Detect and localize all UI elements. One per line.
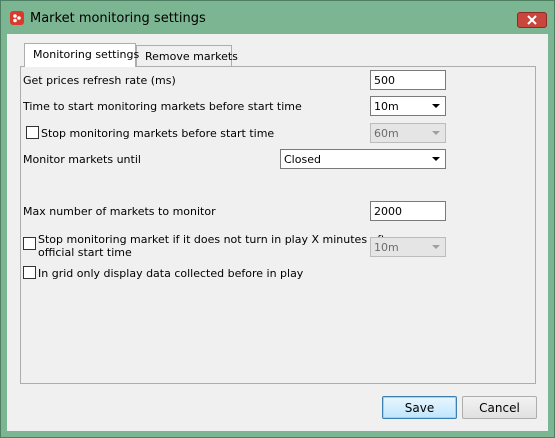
stop-before-checkbox[interactable] — [26, 126, 39, 139]
chevron-down-icon — [432, 131, 440, 135]
grid-only-checkbox[interactable] — [23, 266, 36, 279]
save-button[interactable]: Save — [382, 396, 457, 419]
tab-monitoring-settings[interactable]: Monitoring settings — [24, 43, 140, 67]
max-markets-label: Max number of markets to monitor — [23, 205, 216, 218]
refresh-rate-label: Get prices refresh rate (ms) — [23, 74, 176, 87]
start-time-select[interactable]: 10m — [370, 96, 446, 116]
stop-before-select: 60m — [370, 123, 446, 143]
stop-before-label: Stop monitoring markets before start tim… — [41, 127, 275, 140]
chevron-down-icon — [432, 245, 440, 249]
tab-label: Remove markets — [145, 50, 238, 63]
title-bar[interactable]: Market monitoring settings — [1, 1, 554, 34]
grid-only-label: In grid only display data collected befo… — [38, 267, 304, 280]
chevron-down-icon — [432, 104, 440, 108]
window-title: Market monitoring settings — [30, 11, 206, 26]
settings-window: Market monitoring settings Monitoring se… — [0, 0, 555, 438]
monitor-until-label: Monitor markets until — [23, 153, 141, 166]
close-button[interactable] — [517, 12, 547, 28]
stop-inplay-label-line1: Stop monitoring market if it does not tu… — [38, 233, 397, 246]
cancel-button[interactable]: Cancel — [462, 396, 537, 419]
start-time-value: 10m — [374, 100, 399, 113]
stop-inplay-label-line2: official start time — [38, 246, 132, 259]
settings-panel: Get prices refresh rate (ms) 500 Time to… — [20, 66, 536, 384]
refresh-rate-input[interactable]: 500 — [370, 70, 446, 90]
dialog-body: Monitoring settings Remove markets Get p… — [7, 34, 548, 431]
max-markets-input[interactable]: 2000 — [370, 201, 446, 221]
stop-inplay-value: 10m — [374, 241, 399, 254]
tab-label: Monitoring settings — [33, 48, 140, 61]
monitor-until-select[interactable]: Closed — [280, 149, 446, 169]
stop-inplay-checkbox[interactable] — [23, 237, 36, 250]
chevron-down-icon — [432, 157, 440, 161]
tab-remove-markets[interactable]: Remove markets — [136, 45, 238, 66]
monitor-until-value: Closed — [284, 153, 321, 166]
app-logo-icon — [10, 11, 24, 25]
close-icon — [527, 15, 537, 25]
start-time-label: Time to start monitoring markets before … — [23, 100, 302, 113]
stop-before-value: 60m — [374, 127, 399, 140]
stop-inplay-select: 10m — [370, 237, 446, 257]
